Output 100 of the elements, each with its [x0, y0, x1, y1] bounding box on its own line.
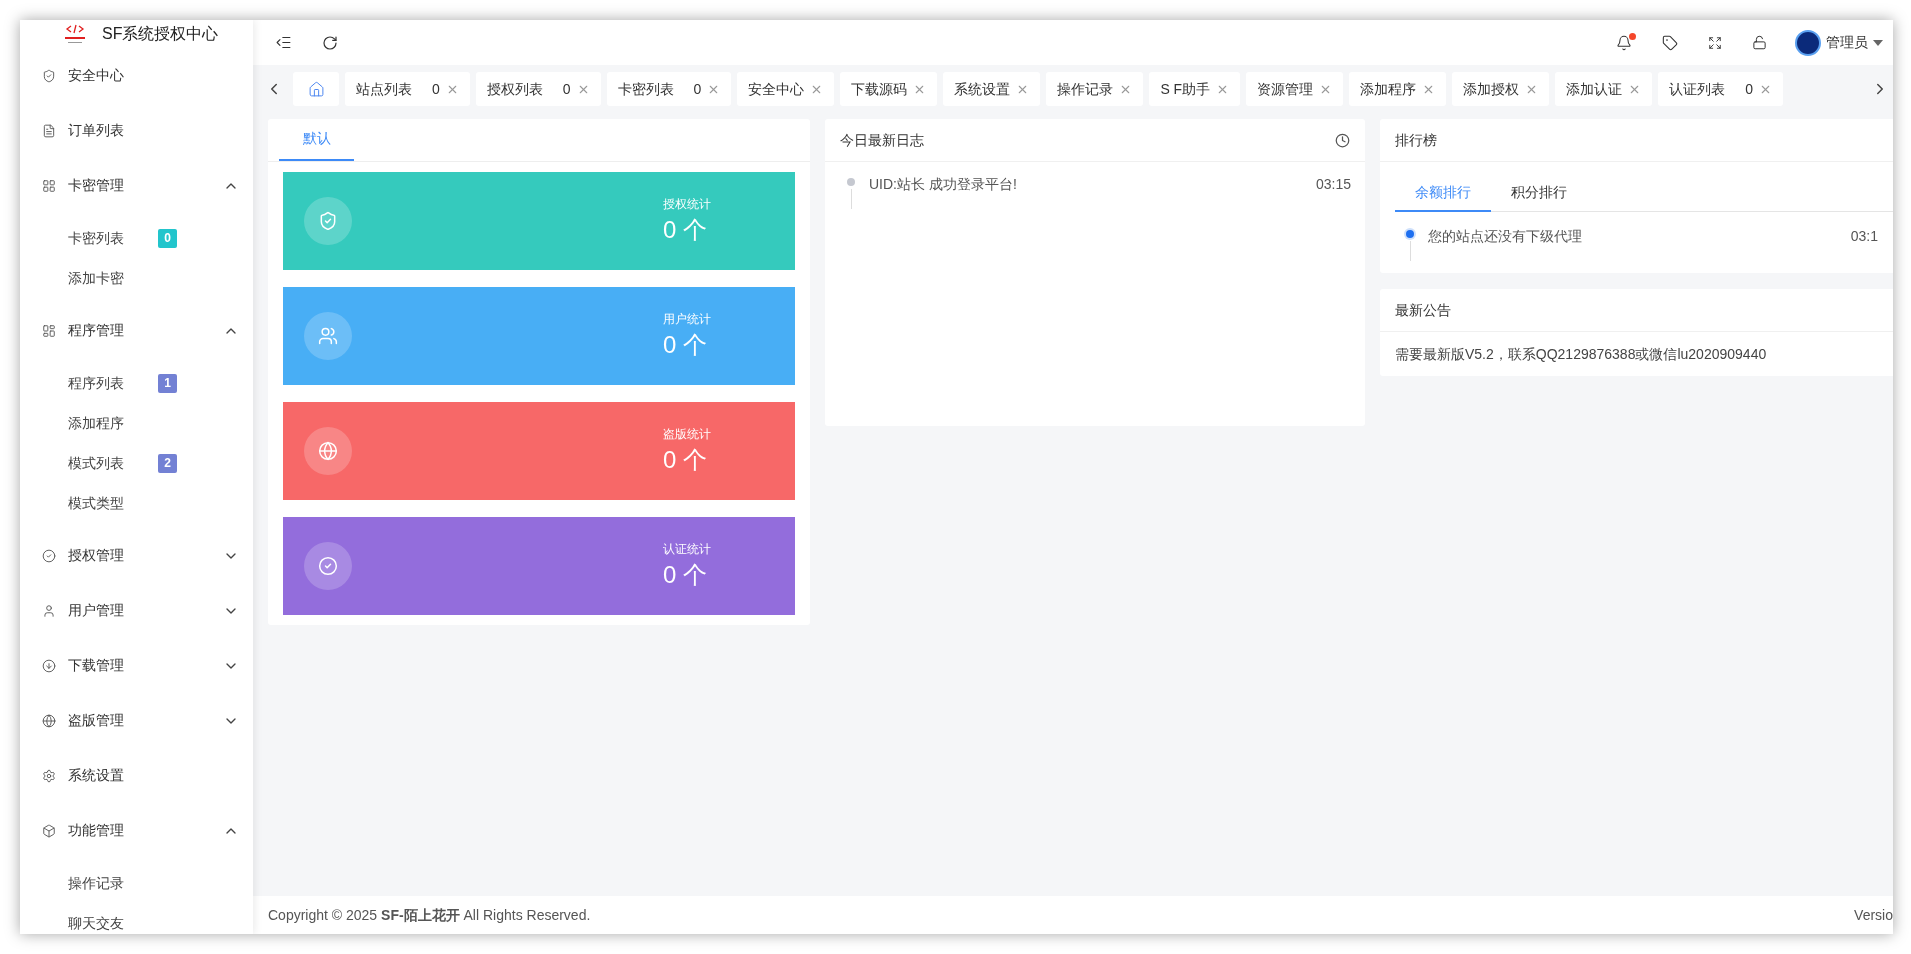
lock-icon	[1752, 35, 1767, 50]
tab-label: 系统设置	[954, 79, 1011, 99]
page-tab[interactable]: 添加授权	[1452, 72, 1550, 106]
page-tab[interactable]: 认证列表 0	[1658, 72, 1783, 106]
tab-label: 卡密列表	[617, 79, 674, 99]
count-badge: 2	[158, 453, 177, 473]
submenu-item[interactable]: 聊天交友	[68, 912, 158, 934]
timeline-line	[850, 189, 852, 209]
tab-count: 0	[432, 79, 440, 99]
tab-label: 资源管理	[1257, 79, 1314, 99]
timeline-line	[1409, 241, 1411, 261]
shield-check-icon	[304, 197, 352, 245]
card-title: 最新公告	[1395, 300, 1451, 320]
page-tab[interactable]: 授权列表 0	[475, 72, 601, 106]
cube-icon	[42, 823, 56, 838]
tab-label: 操作记录	[1057, 79, 1114, 99]
card-title: 排行榜	[1395, 130, 1437, 150]
tab-label: 下载源码	[851, 79, 908, 99]
page-tab[interactable]: 站点列表 0	[345, 72, 470, 106]
tab-count: 0	[1745, 79, 1753, 99]
menu-icon	[275, 34, 292, 51]
ranking-tab[interactable]: 余额排行	[1395, 174, 1491, 212]
page-tab[interactable]: 安全中心	[737, 72, 835, 106]
tab-label: S F助手	[1160, 79, 1211, 99]
page-tab[interactable]: 下载源码	[840, 72, 938, 106]
tab-label: 授权列表	[486, 79, 543, 99]
count-badge: 1	[158, 373, 177, 393]
apps-icon	[42, 323, 56, 338]
shield-check-icon	[42, 68, 56, 83]
submenu-item[interactable]: 添加卡密	[68, 267, 158, 289]
tab-label: 添加程序	[1360, 79, 1417, 99]
clock-icon	[1335, 132, 1350, 148]
check-circle-icon	[42, 548, 56, 563]
submenu-item[interactable]: 模式类型	[68, 492, 158, 514]
sidebar-item[interactable]: 下载管理	[20, 638, 253, 693]
fullscreen-icon	[1708, 35, 1722, 50]
timeline-time: 03:15	[1315, 175, 1351, 194]
sidebar-item[interactable]: 卡密管理	[20, 158, 253, 213]
sidebar-item[interactable]: 安全中心	[20, 48, 253, 103]
users-icon	[304, 312, 352, 360]
count-badge: 0	[158, 228, 177, 248]
settings-icon	[42, 768, 56, 783]
submenu-item[interactable]: 添加程序	[68, 412, 158, 434]
tab-label: 站点列表	[356, 79, 412, 99]
submenu-item[interactable]: 卡密列表	[68, 227, 158, 249]
stat-label: 认证统计	[663, 541, 712, 558]
stat-label: 授权统计	[663, 196, 712, 213]
page-tab[interactable]: 添加程序	[1349, 72, 1447, 106]
sidebar-item[interactable]: 程序管理	[20, 303, 253, 358]
lock-button[interactable]	[1750, 33, 1769, 52]
sidebar-item[interactable]: 用户管理	[20, 583, 253, 638]
home-tab[interactable]	[293, 72, 339, 106]
page-tab[interactable]: 添加认证	[1555, 72, 1653, 106]
sidebar-item[interactable]: 授权管理	[20, 528, 253, 583]
page-tab[interactable]: 系统设置	[943, 72, 1041, 106]
stat-label: 用户统计	[663, 311, 712, 328]
user-menu-button[interactable]: 管理员	[1795, 29, 1883, 56]
stat-value: 0 个	[663, 445, 708, 475]
timeline-text: UID:站长 成功登录平台!	[869, 175, 1017, 194]
copyright-text: Copyright © 2025 SF-陌上花开 All Rights Reserved.	[268, 905, 591, 925]
card-tab[interactable]: 默认	[279, 118, 354, 161]
notification-button[interactable]	[1614, 32, 1634, 53]
tab-label: 认证列表	[1669, 79, 1726, 99]
ranking-tab[interactable]: 积分排行	[1491, 174, 1587, 212]
avatar-icon	[1795, 29, 1821, 56]
stat-label: 盗版统计	[663, 426, 712, 443]
grid-icon	[42, 178, 56, 193]
stat-value: 0 个	[663, 330, 708, 360]
globe-icon	[42, 713, 56, 728]
tab-count: 0	[562, 79, 571, 99]
page-tab[interactable]: S F助手	[1149, 72, 1241, 106]
refresh-icon	[322, 34, 338, 51]
sidebar-item[interactable]: 盗版管理	[20, 693, 253, 748]
stat-value: 0 个	[663, 215, 708, 245]
submenu-item[interactable]: 程序列表	[68, 372, 158, 394]
document-icon	[42, 123, 56, 138]
logo-icon	[62, 23, 88, 45]
notice-text: 需要最新版V5.2，联系QQ2129876388或微信lu2020909440	[1395, 344, 1767, 364]
page-tab[interactable]: 操作记录	[1046, 72, 1144, 106]
submenu-item[interactable]: 模式列表	[68, 452, 158, 474]
caret-down-icon	[1873, 39, 1883, 46]
timeline-text: 您的站点还没有下级代理	[1428, 227, 1582, 246]
tag-icon	[1662, 34, 1678, 51]
tab-label: 添加认证	[1566, 79, 1623, 99]
globe-icon	[304, 427, 352, 475]
stat-value: 0 个	[663, 560, 708, 590]
page-tab[interactable]: 卡密列表 0	[606, 72, 732, 106]
tab-count: 0	[693, 79, 702, 99]
card-title: 今日最新日志	[840, 130, 924, 150]
sidebar-item[interactable]: 系统设置	[20, 748, 253, 803]
app-title: SF系统授权中心	[102, 24, 219, 44]
page-tab[interactable]: 资源管理	[1246, 72, 1344, 106]
tab-label: 安全中心	[748, 79, 805, 99]
sidebar-item[interactable]: 订单列表	[20, 103, 253, 158]
submenu-item[interactable]: 操作记录	[68, 872, 158, 894]
home-icon	[307, 80, 325, 98]
user-icon	[42, 603, 56, 618]
version-text: Versio	[1854, 905, 1893, 925]
sidebar-item[interactable]: 功能管理	[20, 803, 253, 858]
tab-label: 添加授权	[1463, 79, 1520, 99]
